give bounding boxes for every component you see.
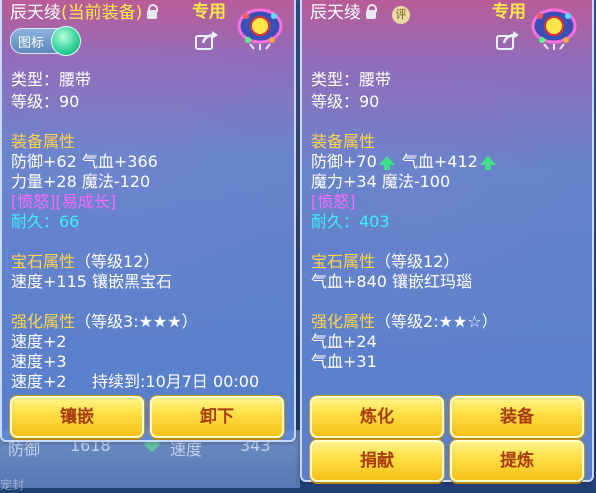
exclusive-tag: 专用 bbox=[492, 2, 526, 22]
donate-button[interactable]: 捐献 bbox=[310, 440, 444, 482]
item-level: 等级：90 bbox=[311, 92, 380, 111]
item-type: 类型：腰带 bbox=[11, 70, 92, 89]
gem-attr-line: 气血+840 镶嵌红玛瑙 bbox=[311, 272, 473, 291]
enhance-line: 气血+31 bbox=[311, 352, 377, 371]
enhance-level: （等级2:★★☆） bbox=[375, 312, 498, 331]
current-equipment-panel: 辰天绫(当前装备) 专用 图标 类型：腰带 等级：90 装备属性 防御+62 气… bbox=[0, 0, 296, 442]
extract-button[interactable]: 提炼 bbox=[450, 440, 584, 482]
gem-ornament-icon bbox=[237, 8, 283, 50]
durability: 耐久：66 bbox=[11, 212, 80, 231]
unequip-button[interactable]: 卸下 bbox=[150, 396, 284, 438]
enhance-level: （等级3:★★★） bbox=[75, 312, 198, 331]
item-type: 类型：腰带 bbox=[311, 70, 392, 89]
lock-icon[interactable] bbox=[366, 4, 377, 19]
upgrade-arrow-icon bbox=[378, 156, 395, 170]
toggle-knob bbox=[51, 26, 81, 56]
refine-button[interactable]: 炼化 bbox=[310, 396, 444, 438]
bg-bottom-text: 宠封 bbox=[0, 478, 25, 492]
exclusive-tag: 专用 bbox=[192, 2, 226, 22]
item-title: 辰天绫(当前装备) bbox=[10, 0, 159, 23]
item-title: 辰天绫 评 bbox=[310, 0, 410, 24]
share-icon[interactable] bbox=[496, 30, 520, 50]
enhance-line: 速度+2 bbox=[11, 372, 67, 391]
item-name: 辰天绫 bbox=[310, 3, 361, 23]
gem-attr-line: 速度+115 镶嵌黑宝石 bbox=[11, 272, 173, 291]
item-name: 辰天绫 bbox=[10, 3, 61, 23]
current-equip-label: (当前装备) bbox=[61, 3, 143, 23]
rating-badge[interactable]: 评 bbox=[392, 6, 410, 24]
inlay-button[interactable]: 镶嵌 bbox=[10, 396, 144, 438]
compare-equipment-panel: 辰天绫评 专用 类型：腰带 等级：90 装备属性 防御+70 气血+412 魔力… bbox=[300, 0, 594, 482]
item-level: 等级：90 bbox=[11, 92, 80, 111]
equip-button[interactable]: 装备 bbox=[450, 396, 584, 438]
enhance-duration: 持续到:10月7日 00:00 bbox=[92, 372, 260, 391]
durability: 耐久：403 bbox=[311, 212, 390, 231]
lock-icon[interactable] bbox=[147, 4, 159, 19]
icon-toggle[interactable]: 图标 bbox=[10, 26, 81, 56]
icon-toggle-label: 图标 bbox=[18, 36, 45, 51]
gem-ornament-icon bbox=[531, 8, 577, 50]
upgrade-arrow-icon bbox=[479, 156, 496, 170]
share-icon[interactable] bbox=[195, 30, 219, 50]
